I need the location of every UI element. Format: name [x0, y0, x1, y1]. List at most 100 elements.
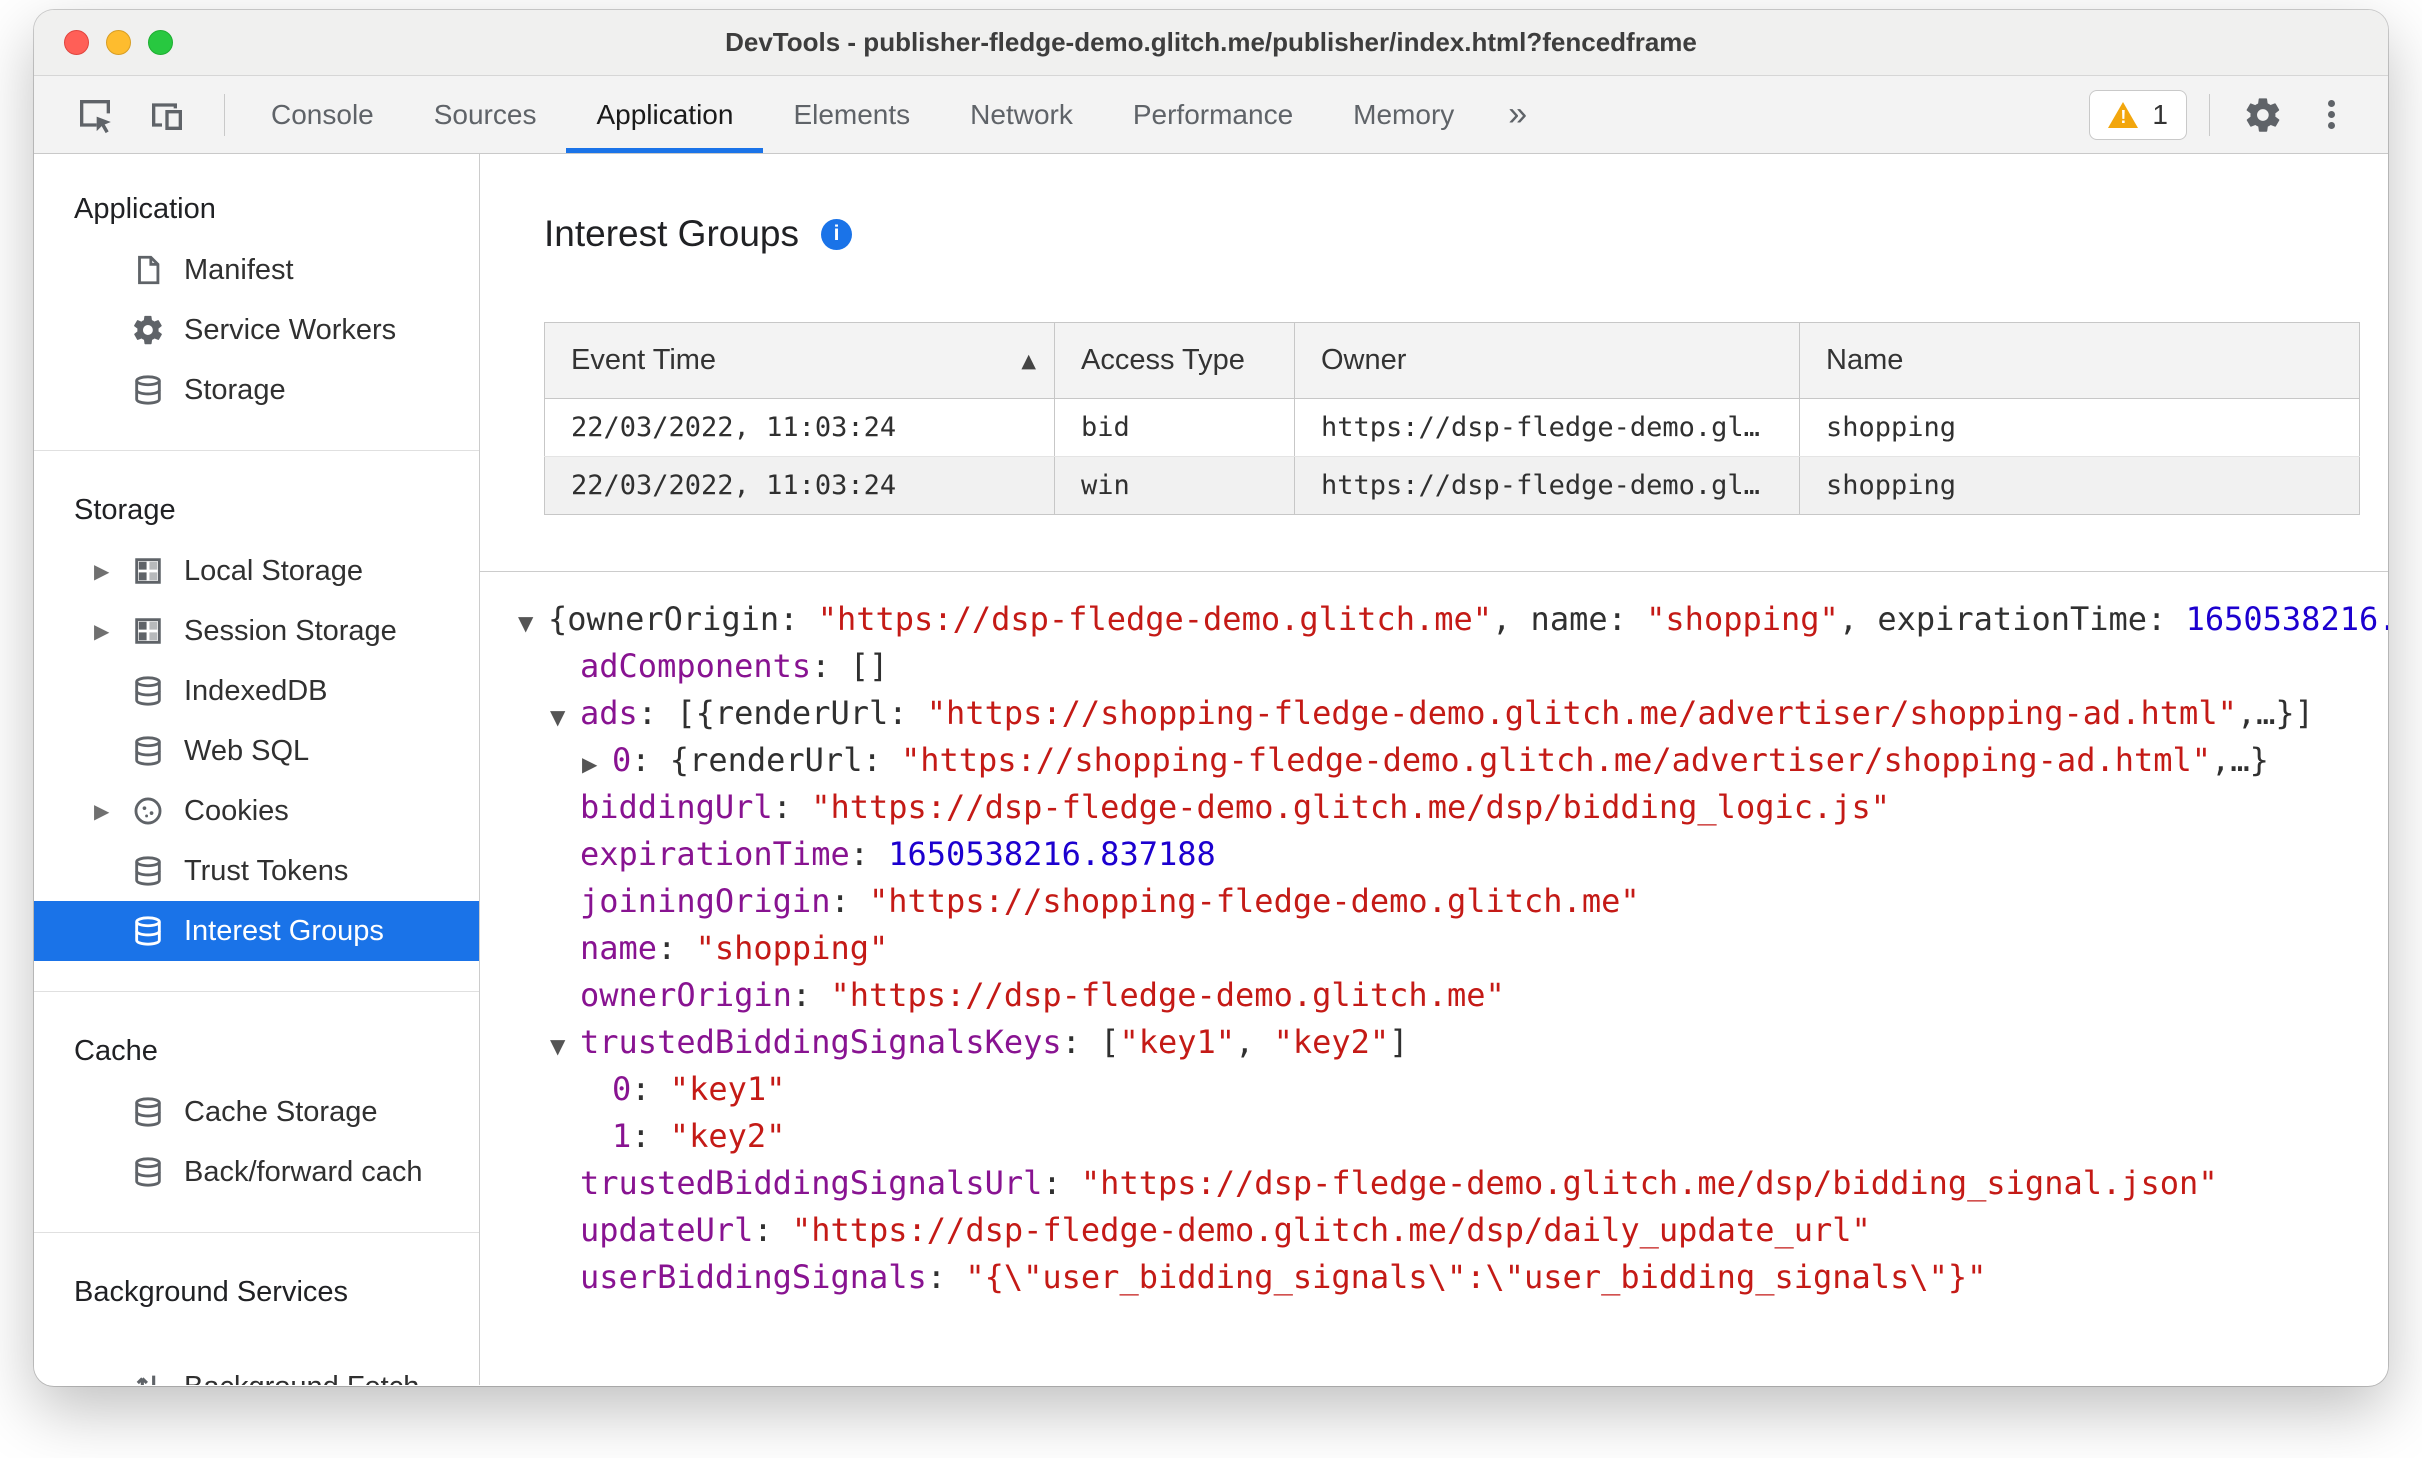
table-row[interactable]: 22/03/2022, 11:03:24 bid https://dsp-fledg… — [544, 398, 2360, 457]
table-cell: https://dsp-fledge-demo.gl… — [1294, 398, 1800, 457]
tab-elements[interactable]: Elements — [763, 76, 940, 153]
tree-key: 0 — [612, 741, 632, 779]
tree-text: : — [753, 1211, 792, 1249]
tree-number: 1650538216.837188 — [888, 835, 1216, 873]
tab-sources[interactable]: Sources — [404, 76, 567, 153]
more-tabs-button[interactable]: » — [1484, 76, 1551, 153]
updown-arrows-icon — [130, 1369, 166, 1385]
tree-line: userBiddingSignals: "{\"user_bidding_sig… — [518, 1254, 2388, 1301]
traffic-lights — [64, 10, 173, 75]
tree-key: name — [580, 929, 658, 967]
tree-text: : — [631, 1117, 670, 1155]
tree-line: joiningOrigin: "https://shopping-fledge-… — [518, 878, 2388, 925]
column-header-owner[interactable]: Owner — [1294, 322, 1800, 399]
chevron-right-icon[interactable]: ▶ — [90, 619, 130, 643]
issues-counter-button[interactable]: 1 — [2089, 89, 2187, 140]
table-cell: https://dsp-fledge-demo.gl… — [1294, 456, 1800, 515]
tree-line: adComponents: [] — [518, 643, 2388, 690]
sidebar-item-indexeddb[interactable]: IndexedDB — [34, 661, 479, 721]
tab-application[interactable]: Application — [566, 76, 764, 153]
sidebar-item-session-storage[interactable]: ▶ Session Storage — [34, 601, 479, 661]
chevron-right-icon[interactable]: ▶ — [90, 799, 130, 823]
tree-text: : — [791, 976, 831, 1014]
tree-text: : [ — [1061, 1023, 1120, 1061]
table-cell: win — [1054, 456, 1295, 515]
tree-line: trustedBiddingSignalsUrl: "https://dsp-f… — [518, 1160, 2388, 1207]
application-sidebar: Application Manifest Service Workers Storag… — [34, 154, 480, 1385]
tree-key: expirationTime — [580, 835, 850, 873]
tree-key: adComponents — [580, 647, 812, 685]
interest-groups-panel: Interest Groups Event Time ▲ Access Type Ow… — [480, 154, 2388, 1385]
tab-console[interactable]: Console — [241, 76, 404, 153]
sidebar-item-label: Storage — [184, 373, 286, 406]
column-label: Access Type — [1081, 344, 1245, 376]
grid-icon — [130, 553, 166, 589]
tree-text: : — [657, 929, 696, 967]
toolbar-right: 1 — [2089, 76, 2388, 153]
toolbar-separator — [2209, 93, 2210, 136]
table-row[interactable]: 22/03/2022, 11:03:24 win https://dsp-fledg… — [544, 456, 2360, 515]
sidebar-item-label: Local Storage — [184, 554, 363, 587]
column-header-name[interactable]: Name — [1799, 322, 2360, 399]
collapse-icon[interactable]: ▼ — [550, 1023, 580, 1070]
sidebar-item-cache-storage[interactable]: Cache Storage — [34, 1082, 479, 1142]
column-header-access-type[interactable]: Access Type — [1054, 322, 1295, 399]
sidebar-divider — [34, 1232, 479, 1233]
table-cell: shopping — [1799, 456, 2360, 515]
device-toolbar-glyph — [152, 102, 182, 130]
chevron-right-icon[interactable]: ▶ — [90, 559, 130, 583]
zoom-button[interactable] — [148, 30, 173, 55]
sidebar-item-background-fetch[interactable]: Background Fetch — [34, 1357, 479, 1385]
tree-text: : — [849, 835, 889, 873]
sidebar-item-back-forward-cach[interactable]: Back/forward cach — [34, 1142, 479, 1202]
panel-tab-strip: Console Sources Application Elements Network… — [241, 76, 1484, 153]
sidebar-item-manifest[interactable]: Manifest — [34, 240, 479, 300]
tree-text: ] — [1389, 1023, 1409, 1061]
gear-icon — [130, 312, 166, 348]
devtools-body: Application Manifest Service Workers Storag… — [34, 154, 2388, 1385]
inspect-element-glyph — [80, 99, 111, 133]
tree-line: biddingUrl: "https://dsp-fledge-demo.gli… — [518, 784, 2388, 831]
sidebar-item-local-storage[interactable]: ▶ Local Storage — [34, 541, 479, 601]
tree-key: ownerOrigin — [580, 976, 792, 1014]
device-toolbar-icon[interactable] — [136, 85, 198, 145]
inspect-element-icon[interactable] — [64, 85, 126, 145]
collapse-icon[interactable]: ▼ — [550, 694, 580, 741]
tree-text: , expirationTime: — [1838, 600, 2186, 638]
tree-line: ownerOrigin: "https://dsp-fledge-demo.gl… — [518, 972, 2388, 1019]
window-title: DevTools - publisher-fledge-demo.glitch.… — [725, 27, 1697, 57]
tab-network[interactable]: Network — [940, 76, 1103, 153]
sidebar-item-storage[interactable]: Storage — [34, 360, 479, 420]
sidebar-item-interest-groups[interactable]: Interest Groups — [34, 901, 479, 961]
sidebar-item-service-workers[interactable]: Service Workers — [34, 300, 479, 360]
sidebar-item-trust-tokens[interactable]: Trust Tokens — [34, 841, 479, 901]
tree-text: : — [926, 1258, 966, 1296]
more-options-icon[interactable] — [2300, 85, 2362, 145]
close-button[interactable] — [64, 30, 89, 55]
sidebar-item-label: Session Storage — [184, 614, 397, 647]
info-icon[interactable] — [821, 218, 853, 250]
vertical-dots-glyph — [2327, 111, 2335, 118]
devtools-toolbar: Console Sources Application Elements Network… — [34, 76, 2388, 154]
tree-string: "https://shopping-fledge-demo.glitch.me/… — [900, 741, 2212, 779]
tree-line: ▶ 0: {renderUrl: "https://shopping-fledge… — [518, 737, 2388, 784]
settings-gear-icon[interactable] — [2232, 85, 2294, 145]
tree-text: : — [631, 1070, 670, 1108]
sidebar-item-web-sql[interactable]: Web SQL — [34, 721, 479, 781]
expand-icon[interactable]: ▶ — [582, 741, 612, 788]
sidebar-item-cookies[interactable]: ▶ Cookies — [34, 781, 479, 841]
column-header-event-time[interactable]: Event Time ▲ — [544, 322, 1055, 399]
interest-groups-table: Event Time ▲ Access Type Owner Name 22/03/20… — [544, 322, 2360, 515]
sidebar-item-label: Cache Storage — [184, 1095, 378, 1128]
toolbar-left — [34, 76, 241, 153]
minimize-button[interactable] — [106, 30, 131, 55]
tree-text: {ownerOrigin: — [548, 600, 818, 638]
section-header-cache: Cache — [74, 1034, 158, 1067]
json-tree: ▼ {ownerOrigin: "https://dsp-fledge-demo.… — [480, 572, 2388, 1385]
collapse-icon[interactable]: ▼ — [518, 600, 548, 647]
database-icon — [130, 853, 166, 889]
sidebar-divider — [34, 991, 479, 992]
tab-performance[interactable]: Performance — [1103, 76, 1323, 153]
tab-memory[interactable]: Memory — [1323, 76, 1484, 153]
tree-string: "key1" — [669, 1070, 786, 1108]
